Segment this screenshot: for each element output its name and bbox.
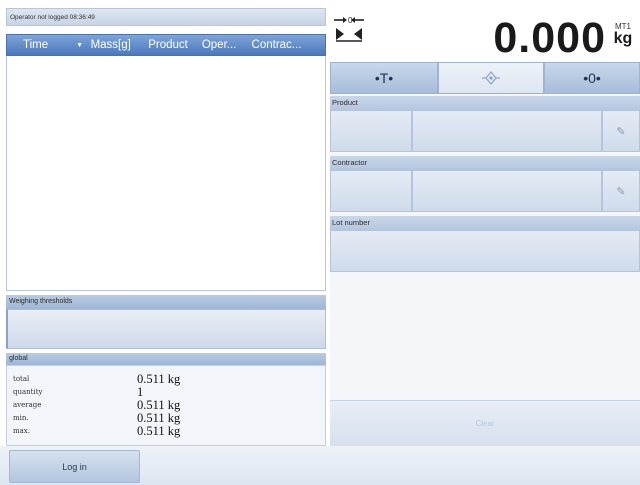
weighing-thresholds-label: Weighing thresholds (6, 295, 326, 309)
contractor-label: Contractor (330, 156, 640, 170)
product-edit-button[interactable]: ✎ (602, 110, 640, 152)
stat-label: min. (13, 414, 29, 422)
weighing-thresholds-bar (6, 309, 326, 349)
column-header-contractor[interactable]: Contrac... (248, 39, 325, 51)
weighings-grid-header: Time ▼ Mass[g] Product Oper... Contrac..… (6, 34, 326, 56)
contractor-code-field[interactable] (330, 170, 412, 212)
print-icon (482, 71, 500, 85)
weight-unit: kg (613, 30, 633, 47)
right-panel: 0 0.000 MT1 kg •T• •0• Product ✎ Contrac… (330, 8, 640, 446)
operator-status: Operator not logged 08:36:49 (6, 8, 326, 26)
pencil-icon: ✎ (616, 125, 626, 138)
contractor-row: ✎ (330, 170, 640, 212)
function-keys: •T• •0• (330, 62, 640, 94)
stat-value: 0.511 kg (137, 372, 181, 386)
stat-label: total (13, 375, 30, 383)
stat-value: 0.511 kg (137, 424, 181, 438)
lot-number-field[interactable] (330, 230, 640, 272)
product-name-field[interactable] (412, 110, 602, 152)
stat-value: 0.511 kg (137, 398, 181, 412)
stat-row-min: min. 0.511 kg (7, 411, 327, 425)
global-stats: total 0.511 kg quantity 1 average 0.511 … (6, 365, 326, 446)
stat-label: quantity (13, 388, 43, 396)
zero-indicator-icon: 0 (334, 16, 364, 42)
product-label: Product (330, 96, 640, 110)
tare-button[interactable]: •T• (330, 62, 438, 94)
product-row: ✎ (330, 110, 640, 152)
clear-button[interactable]: Clear (330, 400, 640, 446)
stat-row-quantity: quantity 1 (7, 385, 327, 399)
lot-number-label: Lot number (330, 216, 640, 230)
column-header-mass[interactable]: Mass[g] (87, 39, 145, 51)
stat-label: max. (13, 427, 30, 435)
stat-label: average (13, 401, 42, 409)
unit-block: MT1 kg (608, 22, 638, 47)
print-button[interactable] (438, 62, 544, 94)
pencil-icon: ✎ (616, 185, 626, 198)
sort-desc-icon: ▼ (76, 41, 84, 49)
stat-value: 1 (137, 385, 144, 399)
stat-value: 0.511 kg (137, 411, 181, 425)
global-stats-label: global (6, 353, 326, 365)
zero-button[interactable]: •0• (544, 62, 640, 94)
stat-row-average: average 0.511 kg (7, 398, 327, 412)
product-code-field[interactable] (330, 110, 412, 152)
weighings-grid-body[interactable] (6, 56, 326, 291)
bottom-bar: Log in (0, 446, 640, 485)
weight-value: 0.000 (493, 14, 606, 62)
contractor-name-field[interactable] (412, 170, 602, 212)
stat-row-max: max. 0.511 kg (7, 424, 327, 438)
column-header-operator[interactable]: Oper... (198, 39, 248, 51)
column-header-time[interactable]: Time (7, 39, 73, 51)
contractor-edit-button[interactable]: ✎ (602, 170, 640, 212)
login-button[interactable]: Log in (9, 450, 140, 483)
weight-display: 0 0.000 MT1 kg (330, 8, 640, 62)
left-panel: Operator not logged 08:36:49 Time ▼ Mass… (6, 8, 326, 446)
column-header-product[interactable]: Product (144, 39, 198, 51)
stat-row-total: total 0.511 kg (7, 372, 327, 386)
